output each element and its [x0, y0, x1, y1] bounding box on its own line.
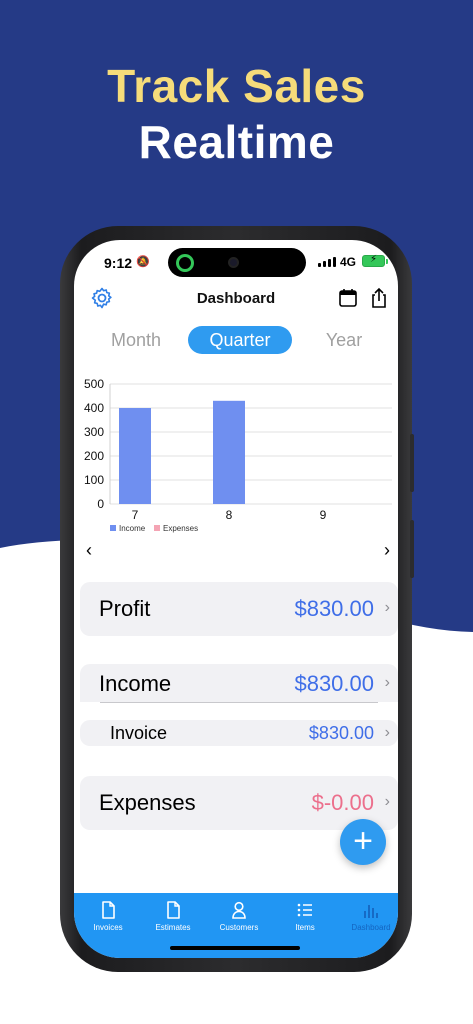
- period-segmented-control: Month Quarter Year: [74, 326, 398, 356]
- phone-side-button: [410, 520, 414, 578]
- chevron-right-icon: ›: [384, 599, 390, 616]
- hero-heading: Track Sales Realtime: [0, 58, 473, 170]
- tab-label: Estimates: [155, 923, 191, 932]
- tab-items[interactable]: Items: [273, 901, 337, 932]
- profit-row[interactable]: Profit $830.00 ›: [80, 582, 398, 636]
- bar-chart-icon: [364, 905, 378, 918]
- legend-label: Income: [119, 524, 146, 533]
- y-tick-label: 400: [84, 401, 104, 415]
- tab-label: Invoices: [93, 923, 123, 932]
- chevron-right-icon: ›: [384, 724, 390, 741]
- gear-icon[interactable]: [90, 286, 114, 310]
- income-label: Income: [99, 671, 172, 696]
- dynamic-island: [168, 248, 306, 277]
- profit-value: $830.00: [294, 596, 374, 621]
- income-bar: [213, 400, 245, 504]
- segment-quarter[interactable]: Quarter: [188, 326, 292, 354]
- invoice-value: $830.00: [308, 723, 374, 743]
- status-bar: 9:12 🔕 4G ⚡: [74, 240, 398, 284]
- tab-estimates[interactable]: Estimates: [141, 901, 205, 932]
- legend-swatch: [154, 525, 160, 531]
- app-activity-icon: [176, 254, 194, 272]
- row-divider: [100, 702, 378, 703]
- invoice-row[interactable]: Invoice $830.00 ›: [80, 720, 398, 746]
- legend-swatch: [110, 525, 116, 531]
- y-tick-label: 500: [84, 377, 104, 391]
- share-icon[interactable]: [369, 287, 389, 309]
- add-button[interactable]: +: [340, 819, 386, 865]
- previous-period-arrow[interactable]: ‹: [86, 540, 92, 561]
- income-bar: [119, 408, 151, 504]
- income-value: $830.00: [294, 671, 374, 696]
- camera-icon: [228, 257, 239, 268]
- tab-label: Customers: [219, 923, 259, 932]
- y-tick-label: 200: [84, 449, 104, 463]
- legend-label: Expenses: [163, 524, 198, 533]
- hero-line-1: Track Sales: [107, 60, 366, 112]
- calendar-icon[interactable]: [338, 288, 358, 308]
- segment-month[interactable]: Month: [96, 326, 176, 354]
- battery-icon: ⚡: [362, 254, 388, 267]
- income-row[interactable]: Income $830.00 ›: [80, 664, 398, 702]
- profit-label: Profit: [99, 596, 151, 621]
- expenses-label: Expenses: [99, 790, 196, 815]
- x-tick-label: 9: [320, 508, 327, 522]
- app-screen: 9:12 🔕 4G ⚡ Dashboard Month Quarter Year…: [74, 240, 398, 958]
- tab-invoices[interactable]: Invoices: [76, 901, 140, 932]
- phone-side-button: [410, 434, 414, 492]
- tab-label: Items: [295, 923, 315, 932]
- y-tick-label: 0: [97, 497, 104, 511]
- person-icon: [232, 901, 246, 919]
- home-indicator: [170, 946, 300, 950]
- status-time: 9:12: [104, 255, 133, 271]
- list-icon: [297, 903, 312, 917]
- y-tick-label: 100: [84, 473, 104, 487]
- segment-year[interactable]: Year: [304, 326, 384, 354]
- tab-dashboard[interactable]: Dashboard: [339, 901, 398, 932]
- signal-icon: [318, 257, 336, 267]
- tab-customers[interactable]: Customers: [207, 901, 271, 932]
- tab-label: Dashboard: [351, 923, 391, 932]
- invoice-label: Invoice: [110, 723, 168, 743]
- document-icon: [102, 901, 115, 919]
- network-type: 4G: [340, 255, 357, 269]
- expenses-value: $-0.00: [311, 790, 374, 815]
- chevron-right-icon: ›: [384, 793, 390, 810]
- bell-muted-icon: 🔕: [136, 256, 150, 268]
- next-period-arrow[interactable]: ›: [384, 540, 390, 561]
- hero-line-2: Realtime: [138, 116, 335, 168]
- document-icon: [167, 901, 180, 919]
- x-tick-label: 7: [132, 508, 139, 522]
- x-tick-label: 8: [226, 508, 233, 522]
- chevron-right-icon: ›: [384, 674, 390, 691]
- y-tick-label: 300: [84, 425, 104, 439]
- income-expense-chart: 500 400 300 200 100 0 7 8 9 Income Expenses: [84, 377, 392, 533]
